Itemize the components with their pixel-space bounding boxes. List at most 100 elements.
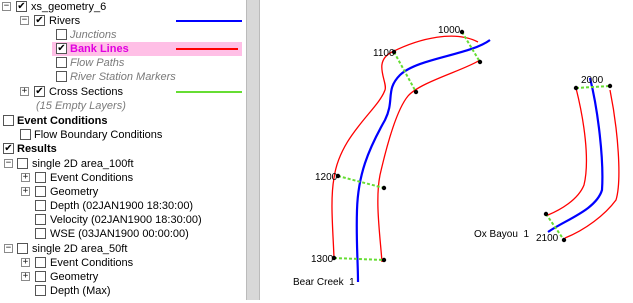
xs-label-2100: 2100: [536, 233, 559, 244]
xs-1100-line: [393, 51, 417, 93]
checkbox-area-100-geometry[interactable]: [35, 186, 46, 197]
xs-point: [573, 85, 579, 91]
xs-label-1300: 1300: [311, 254, 334, 265]
expand-icon[interactable]: +: [20, 87, 29, 96]
results-header[interactable]: Results: [17, 142, 57, 156]
checkbox-bank-lines[interactable]: ✔: [56, 43, 67, 54]
collapse-icon[interactable]: −: [2, 2, 11, 11]
tree-row-area-50-event-conditions: + Event Conditions: [0, 256, 246, 270]
xs-1300-line: [333, 257, 385, 261]
checkbox-area-100-event-conditions[interactable]: [35, 172, 46, 183]
tree-row-cross-sections: + ✔ Cross Sections: [0, 85, 246, 99]
xs-point: [543, 211, 549, 217]
checkbox-area-50-depth[interactable]: [35, 285, 46, 296]
area-50-geometry-label[interactable]: Geometry: [50, 270, 98, 284]
tree-row-flow-paths: Flow Paths: [0, 56, 246, 70]
xs-point: [607, 83, 613, 89]
xs-point: [477, 59, 483, 65]
event-conditions-header[interactable]: Event Conditions: [17, 114, 107, 128]
checkbox-event-conditions[interactable]: [3, 115, 14, 126]
checkbox-river-station-markers[interactable]: [56, 71, 67, 82]
area-50-depth-label[interactable]: Depth (Max): [50, 284, 111, 298]
tree-row-area-50-geometry: + Geometry: [0, 270, 246, 284]
area-100-depth-label[interactable]: Depth (02JAN1900 18:30:00): [50, 199, 193, 213]
checkbox-flow-paths[interactable]: [56, 57, 67, 68]
ox-bayou-centerline: [547, 77, 604, 233]
checkbox-results[interactable]: ✔: [3, 143, 14, 154]
tree-row-results: ✔ Results: [0, 142, 246, 156]
checkbox-area-100-wse[interactable]: [35, 228, 46, 239]
checkbox-cross-sections[interactable]: ✔: [34, 86, 45, 97]
tree-row-geometry: − ✔ xs_geometry_6: [0, 0, 246, 14]
tree-row-area-50: − single 2D area_50ft: [0, 242, 246, 256]
tree-row-event-conditions: Event Conditions: [0, 114, 246, 128]
area-100-label[interactable]: single 2D area_100ft: [32, 157, 134, 171]
tree-row-area-50-depth: Depth (Max): [0, 284, 246, 298]
xs-point: [561, 237, 567, 243]
panel-splitter[interactable]: [246, 0, 260, 300]
geometry-layer-label[interactable]: xs_geometry_6: [31, 0, 106, 14]
bear-creek-left-bank: [331, 35, 479, 259]
area-100-geometry-label[interactable]: Geometry: [50, 185, 98, 199]
tree-row-empty-layers: (15 Empty Layers): [0, 99, 246, 113]
checkbox-rivers[interactable]: ✔: [34, 15, 45, 26]
map-svg: 1000 1100 1200 1300 2000 2100 Bear Creek…: [293, 25, 620, 288]
flow-paths-layer-label[interactable]: Flow Paths: [70, 56, 124, 70]
tree-row-area-100-depth: Depth (02JAN1900 18:30:00): [0, 199, 246, 213]
bear-creek-centerline: [355, 39, 491, 283]
area-100-wse-label[interactable]: WSE (03JAN1900 00:00:00): [50, 227, 189, 241]
tree-row-bank-lines[interactable]: ✔ Bank Lines: [52, 42, 242, 56]
xs-point: [459, 29, 465, 35]
collapse-icon[interactable]: −: [4, 159, 13, 168]
junctions-layer-label[interactable]: Junctions: [70, 28, 116, 42]
bank-lines-layer-label[interactable]: Bank Lines: [70, 42, 129, 56]
rivers-layer-label[interactable]: Rivers: [49, 14, 80, 28]
xs-2000-line: [575, 85, 611, 89]
expand-icon[interactable]: +: [21, 258, 30, 267]
bear-creek-xs-points: [331, 29, 483, 263]
tree-row-junctions: Junctions: [0, 28, 246, 42]
area-50-label[interactable]: single 2D area_50ft: [32, 242, 127, 256]
expand-icon[interactable]: +: [21, 187, 30, 196]
ox-bayou-left-bank: [547, 87, 588, 216]
bank-lines-swatch: [176, 48, 238, 50]
xs-point: [381, 185, 387, 191]
bear-creek-right-bank: [377, 59, 481, 263]
xs-label-1200: 1200: [315, 172, 338, 183]
tree-row-river-station-markers: River Station Markers: [0, 70, 246, 84]
area-50-event-conditions-label[interactable]: Event Conditions: [50, 256, 133, 270]
tree-row-area-100-event-conditions: + Event Conditions: [0, 171, 246, 185]
checkbox-junctions[interactable]: [56, 29, 67, 40]
checkbox-area-50-event-conditions[interactable]: [35, 257, 46, 268]
tree-row-area-100-geometry: + Geometry: [0, 185, 246, 199]
checkbox-area-100-depth[interactable]: [35, 200, 46, 211]
area-100-event-conditions-label[interactable]: Event Conditions: [50, 171, 133, 185]
river-label-ox-bayou: Ox Bayou 1: [474, 229, 529, 240]
expand-icon[interactable]: +: [21, 173, 30, 182]
collapse-icon[interactable]: −: [20, 16, 29, 25]
tree-row-flow-boundary-conditions: Flow Boundary Conditions: [0, 128, 246, 142]
ox-bayou-right-bank: [564, 89, 620, 239]
checkbox-geometry[interactable]: ✔: [16, 1, 27, 12]
collapse-icon[interactable]: −: [4, 244, 13, 253]
area-100-velocity-label[interactable]: Velocity (02JAN1900 18:30:00): [50, 213, 202, 227]
river-station-markers-layer-label[interactable]: River Station Markers: [70, 70, 176, 84]
xs-label-1100: 1100: [373, 48, 395, 59]
rivers-swatch: [176, 20, 242, 22]
map-canvas[interactable]: 1000 1100 1200 1300 2000 2100 Bear Creek…: [260, 0, 633, 300]
checkbox-area-100[interactable]: [17, 158, 28, 169]
expand-icon[interactable]: +: [21, 272, 30, 281]
xs-point: [413, 89, 419, 95]
tree-row-area-100: − single 2D area_100ft: [0, 157, 246, 171]
checkbox-area-50[interactable]: [17, 243, 28, 254]
checkbox-flow-boundary-conditions[interactable]: [20, 129, 31, 140]
xs-label-1000: 1000: [438, 25, 461, 36]
checkbox-area-100-velocity[interactable]: [35, 214, 46, 225]
river-label-bear-creek: Bear Creek 1: [293, 277, 355, 288]
tree-row-area-100-wse: WSE (03JAN1900 00:00:00): [0, 227, 246, 241]
tree-row-rivers: − ✔ Rivers: [0, 14, 246, 28]
tree-row-area-100-velocity: Velocity (02JAN1900 18:30:00): [0, 213, 246, 227]
cross-sections-layer-label[interactable]: Cross Sections: [49, 85, 123, 99]
checkbox-area-50-geometry[interactable]: [35, 271, 46, 282]
flow-boundary-conditions-label[interactable]: Flow Boundary Conditions: [34, 128, 162, 142]
